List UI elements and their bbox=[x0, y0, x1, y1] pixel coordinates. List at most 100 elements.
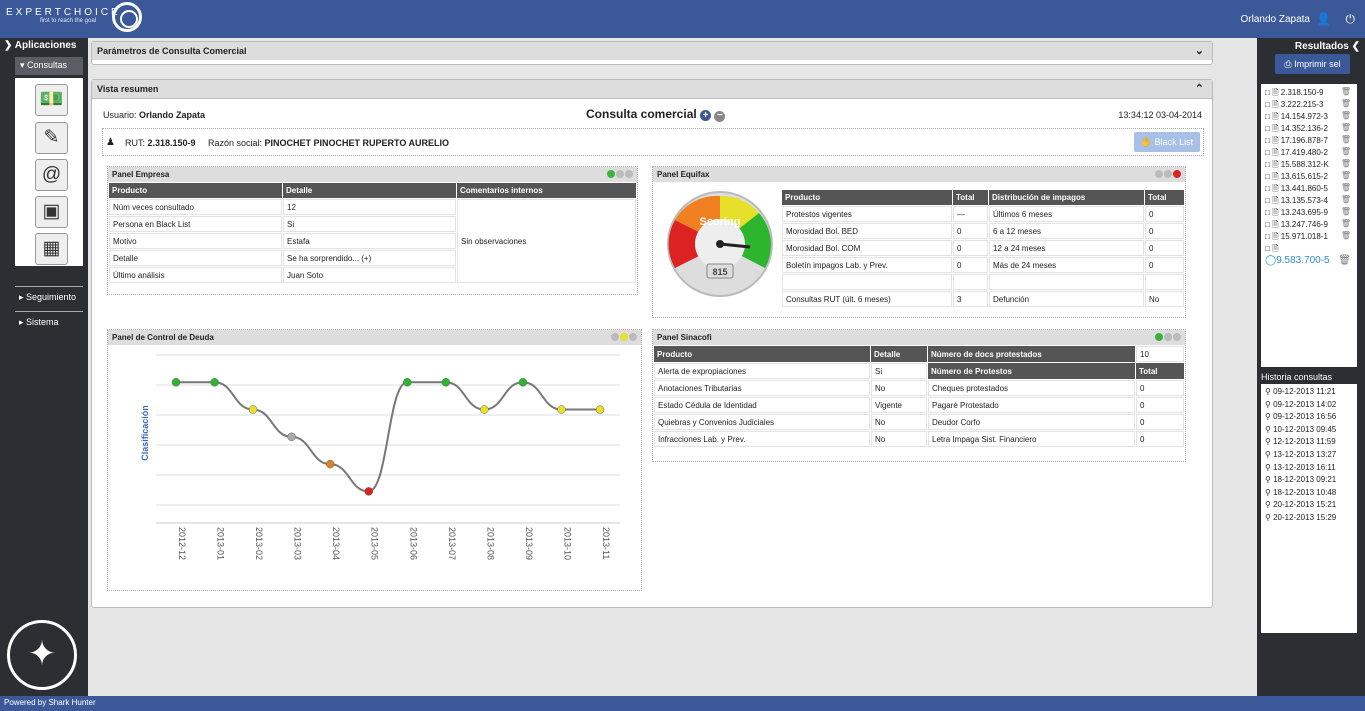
list-item[interactable]: □ 🗎 3.222.215-3 🗑 bbox=[1265, 99, 1353, 111]
checkbox-icon[interactable]: □ bbox=[1265, 88, 1270, 97]
vista-resumen-header[interactable]: Vista resumen ⌃ bbox=[92, 80, 1212, 99]
edit-form-icon[interactable]: ✎ bbox=[35, 122, 68, 154]
checkbox-icon[interactable]: □ bbox=[1265, 232, 1270, 241]
sidebar-item-sistema[interactable]: ▸ Sistema bbox=[15, 311, 83, 333]
trash-icon[interactable]: 🗑 bbox=[1341, 231, 1351, 240]
data-point[interactable] bbox=[595, 405, 605, 414]
power-icon[interactable]: ⏻ bbox=[1346, 12, 1356, 27]
trash-icon[interactable]: 🗑 bbox=[1341, 123, 1351, 132]
checkbox-icon[interactable]: □ bbox=[1265, 244, 1270, 253]
info-icon[interactable] bbox=[1155, 170, 1163, 178]
close-icon[interactable] bbox=[625, 170, 633, 178]
list-item[interactable]: □ 🗎 bbox=[1265, 243, 1353, 255]
user-icon[interactable]: 👤 bbox=[1316, 12, 1331, 26]
info-icon[interactable] bbox=[611, 333, 619, 341]
list-item[interactable]: □ 🗎 17.419.480-2 🗑 bbox=[1265, 147, 1353, 159]
calendar-icon[interactable]: ▦ bbox=[35, 233, 68, 265]
history-item[interactable]: ⚲ 18-12-2013 10:48 bbox=[1265, 488, 1353, 501]
list-item[interactable]: □ 🗎 17.196.878-7 🗑 bbox=[1265, 135, 1353, 147]
data-point[interactable] bbox=[557, 405, 566, 414]
list-item[interactable]: □ 🗎 13.247.746-9 🗑 bbox=[1265, 219, 1353, 231]
plus-circle-icon[interactable]: + bbox=[700, 110, 712, 121]
data-point[interactable] bbox=[287, 432, 296, 442]
print-selected-button[interactable]: ⎙ Imprimir sel bbox=[1275, 54, 1350, 74]
checkbox-icon[interactable]: □ bbox=[1265, 184, 1270, 193]
checkbox-icon[interactable]: □ bbox=[1265, 208, 1270, 217]
checkbox-icon[interactable]: □ bbox=[1265, 112, 1270, 121]
data-point[interactable] bbox=[171, 378, 181, 387]
trash-icon[interactable]: 🗑 bbox=[1341, 135, 1351, 144]
resultados-header[interactable]: Resultados ❮ bbox=[1295, 41, 1360, 52]
info-icon[interactable] bbox=[616, 170, 624, 178]
money-icon[interactable]: 💵 bbox=[35, 84, 68, 116]
history-item[interactable]: ⚲ 13-12-2013 16:11 bbox=[1265, 463, 1353, 476]
checkbox-icon[interactable]: □ bbox=[1265, 220, 1270, 229]
panel-controls[interactable] bbox=[1154, 170, 1181, 180]
trash-icon[interactable]: 🗑 bbox=[1341, 195, 1351, 204]
trash-icon[interactable]: 🗑 bbox=[1341, 207, 1351, 216]
data-point[interactable] bbox=[518, 378, 528, 387]
history-item[interactable]: ⚲ 10-12-2013 09:45 bbox=[1265, 425, 1353, 438]
checkbox-icon[interactable]: □ bbox=[1265, 100, 1270, 109]
checkbox-icon[interactable]: □ bbox=[1265, 160, 1270, 169]
trash-icon[interactable]: 🗑 bbox=[1338, 255, 1351, 266]
sidebar-item-consultas[interactable]: ▾ Consultas bbox=[15, 57, 83, 75]
list-item[interactable]: □ 🗎 13.441.860-5 🗑 bbox=[1265, 183, 1353, 195]
trash-icon[interactable]: 🗑 bbox=[1341, 171, 1351, 180]
info-icon[interactable] bbox=[1164, 170, 1172, 178]
user-name[interactable]: Orlando Zapata bbox=[1241, 14, 1311, 25]
sidebar-aplicaciones[interactable]: ❯ Aplicaciones bbox=[4, 40, 77, 51]
history-item[interactable]: ⚲ 20-12-2013 15:21 bbox=[1265, 500, 1353, 513]
history-item[interactable]: ⚲ 09-12-2013 11:21 bbox=[1265, 387, 1353, 400]
data-point[interactable] bbox=[403, 378, 412, 387]
history-item[interactable]: ⚲ 09-12-2013 14:02 bbox=[1265, 400, 1353, 413]
checkbox-icon[interactable]: □ bbox=[1265, 148, 1270, 157]
sidebar-item-seguimiento[interactable]: ▸ Seguimiento bbox=[15, 286, 83, 308]
panel-controls[interactable] bbox=[606, 170, 633, 180]
history-item[interactable]: ⚲ 20-12-2013 15:29 bbox=[1265, 513, 1353, 526]
list-item[interactable]: □ 🗎 13.135.573-4 🗑 bbox=[1265, 195, 1353, 207]
minus-circle-icon[interactable]: − bbox=[714, 111, 726, 122]
data-point[interactable] bbox=[480, 405, 489, 414]
checkbox-icon[interactable]: □ bbox=[1265, 172, 1270, 181]
history-item[interactable]: ⚲ 18-12-2013 09:21 bbox=[1265, 475, 1353, 488]
list-item[interactable]: □ 🗎 2.318.150-9 🗑 bbox=[1265, 87, 1353, 99]
data-point[interactable] bbox=[364, 487, 373, 496]
data-point[interactable] bbox=[441, 378, 451, 387]
wallet-icon[interactable]: ▣ bbox=[35, 196, 68, 228]
trash-icon[interactable]: 🗑 bbox=[1341, 183, 1351, 192]
parametros-header[interactable]: Parámetros de Consulta Comercial ⌄ bbox=[92, 42, 1212, 60]
chevron-up-icon[interactable]: ⌃ bbox=[1195, 82, 1204, 95]
list-item[interactable]: □ 🗎 15.588.312-K 🗑 bbox=[1265, 159, 1353, 171]
checkbox-icon[interactable]: □ bbox=[1265, 124, 1270, 133]
history-item[interactable]: ⚲ 13-12-2013 13:27 bbox=[1265, 450, 1353, 463]
list-item[interactable]: □ 🗎 14.154.972-3 🗑 bbox=[1265, 111, 1353, 123]
data-point[interactable] bbox=[325, 459, 335, 469]
history-item[interactable]: ⚲ 12-12-2013 11:59 bbox=[1265, 437, 1353, 450]
black-list-button[interactable]: ✋ Black List bbox=[1134, 132, 1200, 152]
panel-controls[interactable] bbox=[610, 333, 637, 343]
info-icon[interactable] bbox=[1164, 333, 1172, 341]
list-item[interactable]: □ 🗎 14.352.136-2 🗑 bbox=[1265, 123, 1353, 135]
panel-controls[interactable] bbox=[1154, 333, 1181, 343]
contact-email-icon[interactable]: @ bbox=[35, 159, 68, 191]
detalle-link[interactable]: Se ha sorprendido... (+) bbox=[283, 250, 456, 266]
trash-icon[interactable]: 🗑 bbox=[1341, 99, 1351, 108]
list-item[interactable]: □ 🗎 13.243.695-9 🗑 bbox=[1265, 207, 1353, 219]
list-item[interactable]: □ 🗎 15.971.018-1 🗑 bbox=[1265, 231, 1353, 243]
selected-result-item[interactable]: ◯9.583.700-5 🗑 bbox=[1265, 255, 1353, 267]
data-point[interactable] bbox=[248, 405, 258, 414]
list-item[interactable]: □ 🗎 13.615.615-2 🗑 bbox=[1265, 171, 1353, 183]
chevron-down-icon[interactable]: ⌄ bbox=[1195, 44, 1204, 57]
trash-icon[interactable]: 🗑 bbox=[1341, 87, 1351, 96]
checkbox-icon[interactable]: □ bbox=[1265, 136, 1270, 145]
trash-icon[interactable]: 🗑 bbox=[1341, 147, 1351, 156]
trash-icon[interactable]: 🗑 bbox=[1341, 111, 1351, 120]
trash-icon[interactable]: 🗑 bbox=[1341, 219, 1351, 228]
checkbox-icon[interactable]: □ bbox=[1265, 196, 1270, 205]
history-item[interactable]: ⚲ 09-12-2013 16:56 bbox=[1265, 412, 1353, 425]
close-icon[interactable] bbox=[1173, 333, 1181, 341]
close-icon[interactable] bbox=[629, 333, 637, 341]
data-point[interactable] bbox=[210, 378, 219, 387]
trash-icon[interactable]: 🗑 bbox=[1341, 159, 1351, 168]
